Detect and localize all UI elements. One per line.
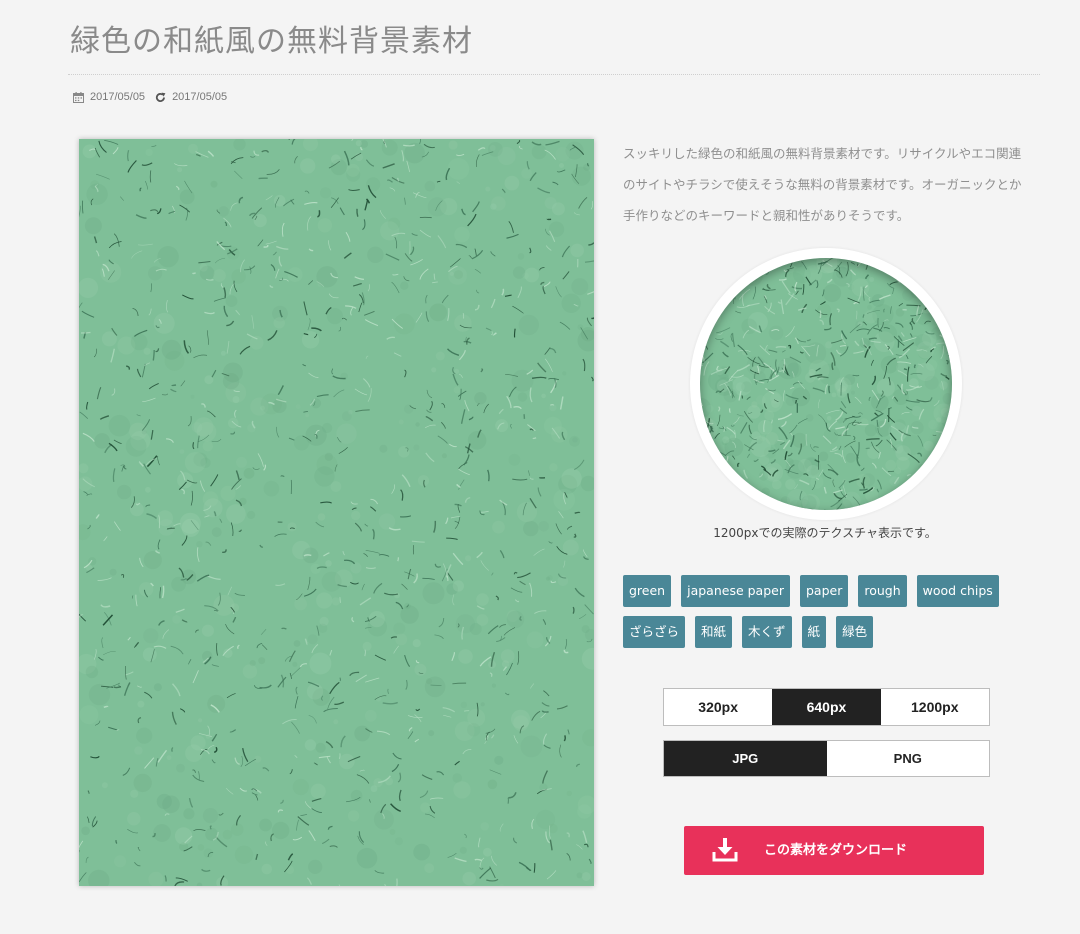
tag-list: green japanese paper paper rough wood ch… bbox=[623, 575, 1043, 657]
preview-caption: 1200pxでの実際のテクスチャ表示です。 bbox=[713, 526, 937, 540]
download-icon bbox=[712, 838, 738, 862]
tag-kami[interactable]: 紙 bbox=[801, 616, 827, 648]
size-selector: 320px 640px 1200px bbox=[663, 688, 990, 726]
updated-date: 2017/05/05 bbox=[155, 91, 227, 103]
calendar-icon bbox=[73, 91, 84, 103]
page: 緑色の和紙風の無料背景素材 2017/05/05 2017/05/05 スッキリ… bbox=[0, 0, 1080, 934]
texture-image bbox=[79, 139, 594, 886]
tag-paper[interactable]: paper bbox=[799, 575, 849, 607]
updated-date-text: 2017/05/05 bbox=[172, 91, 228, 103]
format-option-png[interactable]: PNG bbox=[827, 741, 990, 776]
size-option-640[interactable]: 640px bbox=[772, 689, 881, 725]
format-selector: JPG PNG bbox=[663, 740, 990, 777]
tag-green[interactable]: green bbox=[623, 575, 672, 607]
tag-zarazara[interactable]: ざらざら bbox=[623, 616, 686, 648]
tag-washi[interactable]: 和紙 bbox=[695, 616, 733, 648]
size-option-320[interactable]: 320px bbox=[664, 689, 772, 725]
title-divider bbox=[68, 74, 1040, 75]
texture-zoom-preview bbox=[690, 248, 962, 520]
published-date: 2017/05/05 bbox=[73, 91, 145, 103]
tag-japanese-paper[interactable]: japanese paper bbox=[681, 575, 790, 607]
tag-row-1: green japanese paper paper rough wood ch… bbox=[623, 575, 1043, 607]
tag-midoriiro[interactable]: 緑色 bbox=[836, 616, 874, 648]
tag-row-2: ざらざら 和紙 木くず 紙 緑色 bbox=[623, 616, 1043, 648]
refresh-icon bbox=[156, 92, 166, 102]
size-option-1200[interactable]: 1200px bbox=[881, 689, 989, 725]
tag-rough[interactable]: rough bbox=[858, 575, 907, 607]
description-text: スッキリした緑色の和紙風の無料背景素材です。リサイクルやエコ関連のサイトやチラシ… bbox=[623, 146, 1022, 223]
texture-zoom-circle bbox=[700, 258, 952, 510]
texture-image-graphic bbox=[79, 139, 594, 886]
tag-wood-chips[interactable]: wood chips bbox=[916, 575, 999, 607]
page-title: 緑色の和紙風の無料背景素材 bbox=[70, 24, 473, 59]
download-button[interactable]: この素材をダウンロード bbox=[684, 826, 984, 875]
published-date-text: 2017/05/05 bbox=[90, 91, 146, 103]
download-label: この素材をダウンロード bbox=[764, 843, 908, 858]
format-option-jpg[interactable]: JPG bbox=[664, 741, 827, 776]
post-meta: 2017/05/05 2017/05/05 bbox=[73, 89, 237, 105]
tag-kikuzu[interactable]: 木くず bbox=[742, 616, 792, 648]
